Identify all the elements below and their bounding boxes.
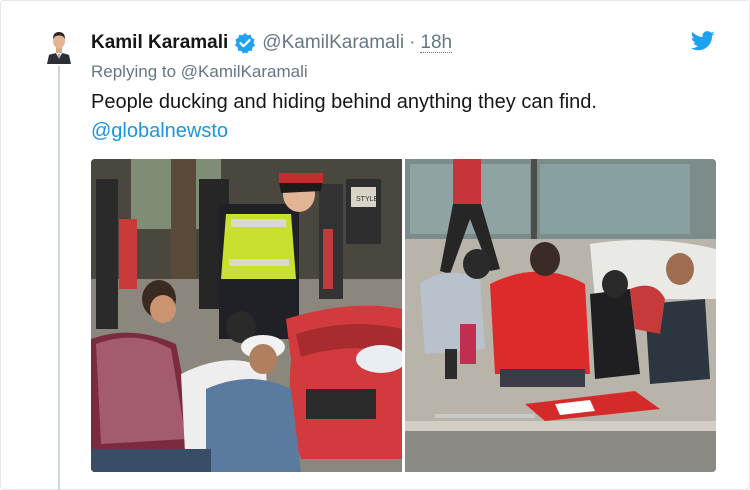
avatar[interactable] (45, 28, 73, 64)
store-sign: STYLE (356, 196, 379, 203)
photo-right[interactable] (405, 159, 716, 472)
verified-badge-icon (234, 32, 256, 54)
separator-dot: · (409, 32, 416, 53)
photo-left[interactable]: STYLE (91, 159, 402, 472)
tweet-text: People ducking and hiding behind anythin… (91, 91, 597, 113)
author-handle[interactable]: @KamilKaramali (262, 32, 404, 54)
reply-prefix: Replying to (91, 62, 177, 81)
thread-line (58, 66, 60, 490)
twitter-bird-icon[interactable] (690, 31, 715, 51)
replying-to: Replying to @KamilKaramali (91, 62, 308, 82)
mention-link[interactable]: @globalnewsto (91, 120, 228, 143)
tweet-header: Kamil Karamali @KamilKaramali · 18h (91, 30, 453, 56)
author-name[interactable]: Kamil Karamali (91, 32, 228, 54)
tweet-timestamp[interactable]: 18h (420, 33, 453, 53)
reply-to-link[interactable]: @KamilKaramali (181, 62, 308, 81)
media-grid: STYLE (91, 159, 716, 472)
